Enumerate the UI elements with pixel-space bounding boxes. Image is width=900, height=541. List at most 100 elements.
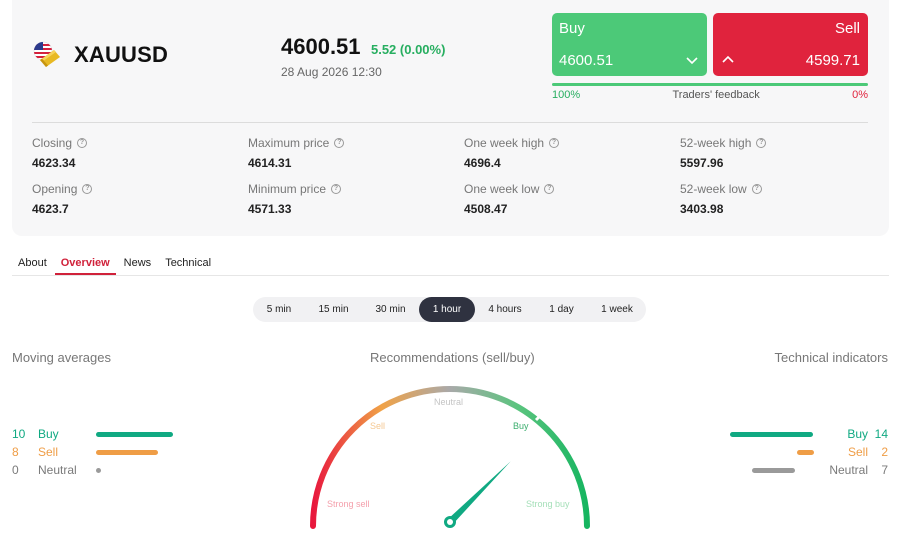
feedback-buy-pct: 100% bbox=[552, 89, 581, 101]
sell-price: 4599.71 bbox=[805, 52, 860, 69]
stat-value: 4571.33 bbox=[248, 202, 292, 216]
sell-label: Sell bbox=[834, 20, 860, 37]
ma-sell-count: 8 bbox=[12, 445, 19, 459]
gauge-label-strong-buy: Strong buy bbox=[526, 499, 570, 509]
ti-buy-count: 14 bbox=[874, 427, 888, 441]
stat-label: 52-week low bbox=[680, 182, 747, 196]
period-selector: 5 min 15 min 30 min 1 hour 4 hours 1 day… bbox=[253, 297, 646, 322]
quote-block: 4600.51 5.52 (0.00%) 28 Aug 2026 12:30 bbox=[281, 34, 445, 79]
ma-neutral-label: Neutral bbox=[38, 463, 77, 477]
stat-maximum-price: Maximum price? 4614.31 bbox=[248, 136, 345, 170]
gauge-label-neutral: Neutral bbox=[434, 397, 464, 407]
ma-neutral-count: 0 bbox=[12, 463, 19, 477]
sell-button[interactable]: Sell 4599.71 bbox=[713, 13, 868, 76]
recommendation-gauge: Strong sell Sell Neutral Buy Strong buy bbox=[300, 376, 600, 541]
ma-neutral-bar bbox=[96, 467, 101, 473]
period-30-min[interactable]: 30 min bbox=[362, 297, 419, 322]
info-icon[interactable]: ? bbox=[544, 184, 555, 194]
ti-sell-count: 2 bbox=[881, 445, 888, 459]
period-1-hour[interactable]: 1 hour bbox=[419, 297, 475, 322]
ma-buy-label: Buy bbox=[38, 427, 59, 441]
ma-sell-row: 8 Sell bbox=[12, 445, 192, 459]
ma-neutral-row: 0 Neutral bbox=[12, 463, 192, 477]
stat-one-week-low: One week low? 4508.47 bbox=[464, 182, 555, 216]
period-1-day[interactable]: 1 day bbox=[535, 297, 588, 322]
tab-about[interactable]: About bbox=[12, 252, 53, 275]
stat-value: 4696.4 bbox=[464, 156, 501, 170]
ma-buy-row: 10 Buy bbox=[12, 427, 192, 441]
gauge-label-buy: Buy bbox=[513, 421, 529, 431]
buy-button[interactable]: Buy 4600.51 bbox=[552, 13, 707, 76]
ti-buy-bar bbox=[730, 431, 814, 437]
buy-label: Buy bbox=[559, 20, 585, 37]
info-icon[interactable]: ? bbox=[77, 138, 88, 148]
stat-value: 4614.31 bbox=[248, 156, 292, 170]
stat-opening: Opening? 4623.7 bbox=[32, 182, 93, 216]
info-icon[interactable]: ? bbox=[751, 184, 762, 194]
period-15-min[interactable]: 15 min bbox=[305, 297, 362, 322]
info-icon[interactable]: ? bbox=[756, 138, 767, 148]
stat-52-week-high: 52-week high? 5597.96 bbox=[680, 136, 767, 170]
stat-label: 52-week high bbox=[680, 136, 752, 150]
stat-label: One week high bbox=[464, 136, 545, 150]
ma-buy-bar bbox=[96, 431, 173, 437]
ma-sell-bar bbox=[96, 449, 158, 455]
ma-buy-count: 10 bbox=[12, 427, 26, 441]
ti-sell-row: Sell 2 bbox=[688, 445, 888, 459]
recommendations-title: Recommendations (sell/buy) bbox=[370, 350, 535, 365]
info-icon[interactable]: ? bbox=[331, 184, 342, 194]
stat-one-week-high: One week high? 4696.4 bbox=[464, 136, 560, 170]
stat-value: 4623.7 bbox=[32, 202, 69, 216]
section-tabs: About Overview News Technical bbox=[12, 252, 889, 276]
ti-buy-label: Buy bbox=[847, 427, 868, 441]
ma-sell-label: Sell bbox=[38, 445, 59, 459]
gauge-label-strong-sell: Strong sell bbox=[327, 499, 370, 509]
info-icon[interactable]: ? bbox=[82, 184, 93, 194]
ti-neutral-bar bbox=[752, 467, 796, 473]
feedback-sell-pct: 0% bbox=[852, 89, 868, 101]
stat-label: Maximum price bbox=[248, 136, 330, 150]
stat-value: 3403.98 bbox=[680, 202, 724, 216]
tab-technical[interactable]: Technical bbox=[159, 252, 217, 275]
stat-minimum-price: Minimum price? 4571.33 bbox=[248, 182, 342, 216]
gauge-label-sell: Sell bbox=[370, 421, 386, 431]
technical-indicators-title: Technical indicators bbox=[774, 350, 888, 365]
quote-price: 4600.51 bbox=[281, 34, 361, 59]
stat-value: 4623.34 bbox=[32, 156, 76, 170]
summary-divider bbox=[32, 122, 868, 123]
symbol-name: XAUUSD bbox=[74, 42, 169, 67]
info-icon[interactable]: ? bbox=[334, 138, 345, 148]
chevron-up-icon bbox=[721, 53, 735, 67]
ti-neutral-row: Neutral 7 bbox=[688, 463, 888, 477]
us-flag-gold-bar-icon bbox=[32, 40, 62, 70]
ti-sell-label: Sell bbox=[847, 445, 868, 459]
moving-averages-title: Moving averages bbox=[12, 350, 111, 365]
ti-sell-bar bbox=[796, 449, 814, 455]
period-5-min[interactable]: 5 min bbox=[253, 297, 305, 322]
chevron-down-icon bbox=[685, 53, 699, 67]
stat-value: 4508.47 bbox=[464, 202, 508, 216]
tab-overview[interactable]: Overview bbox=[54, 252, 116, 275]
symbol-header: XAUUSD bbox=[32, 40, 168, 70]
stat-label: Opening bbox=[32, 182, 78, 196]
ti-buy-row: Buy 14 bbox=[688, 427, 888, 441]
gauge-needle bbox=[444, 461, 511, 528]
ti-neutral-count: 7 bbox=[881, 463, 888, 477]
ti-neutral-label: Neutral bbox=[829, 463, 868, 477]
period-1-week[interactable]: 1 week bbox=[588, 297, 646, 322]
stat-label: One week low bbox=[464, 182, 540, 196]
period-4-hours[interactable]: 4 hours bbox=[475, 297, 535, 322]
stat-label: Minimum price bbox=[248, 182, 327, 196]
buy-price: 4600.51 bbox=[559, 52, 614, 69]
info-icon[interactable]: ? bbox=[549, 138, 560, 148]
stat-value: 5597.96 bbox=[680, 156, 724, 170]
stat-label: Closing bbox=[32, 136, 73, 150]
tab-news[interactable]: News bbox=[118, 252, 158, 275]
stat-closing: Closing? 4623.34 bbox=[32, 136, 88, 170]
stat-52-week-low: 52-week low? 3403.98 bbox=[680, 182, 762, 216]
quote-date: 28 Aug 2026 12:30 bbox=[281, 65, 382, 79]
traders-feedback: 100% Traders' feedback 0% bbox=[552, 89, 868, 101]
traders-feedback-bar bbox=[552, 83, 868, 86]
feedback-label: Traders' feedback bbox=[672, 89, 760, 101]
quote-change: 5.52 (0.00%) bbox=[370, 42, 446, 57]
